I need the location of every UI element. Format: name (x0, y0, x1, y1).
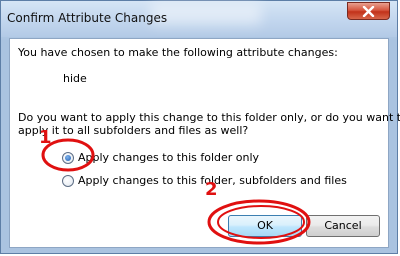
title-bar[interactable]: Confirm Attribute Changes (1, 1, 397, 37)
option-folder-only-label[interactable]: Apply changes to this folder only (78, 151, 259, 164)
question-line-1: Do you want to apply this change to this… (18, 111, 400, 124)
intro-text: You have chosen to make the following at… (18, 46, 338, 59)
dialog-window: Confirm Attribute Changes You have chose… (0, 0, 400, 254)
question-line-2: apply it to all subfolders and files as … (18, 124, 249, 137)
radio-selected-dot (65, 155, 71, 161)
annotation-marker-2: 2 (205, 179, 218, 200)
close-button[interactable] (347, 2, 390, 20)
title-blur (151, 3, 261, 25)
ok-button[interactable]: OK (228, 215, 302, 237)
cancel-button[interactable]: Cancel (306, 215, 380, 237)
annotation-marker-1: 1 (39, 127, 52, 148)
attribute-change-value: hide (63, 72, 87, 85)
radio-folder-only[interactable] (62, 152, 74, 164)
close-icon (362, 6, 375, 17)
radio-folder-subfolders-files[interactable] (62, 175, 74, 187)
window-title: Confirm Attribute Changes (7, 11, 168, 25)
dialog-content: You have chosen to make the following at… (9, 38, 400, 248)
